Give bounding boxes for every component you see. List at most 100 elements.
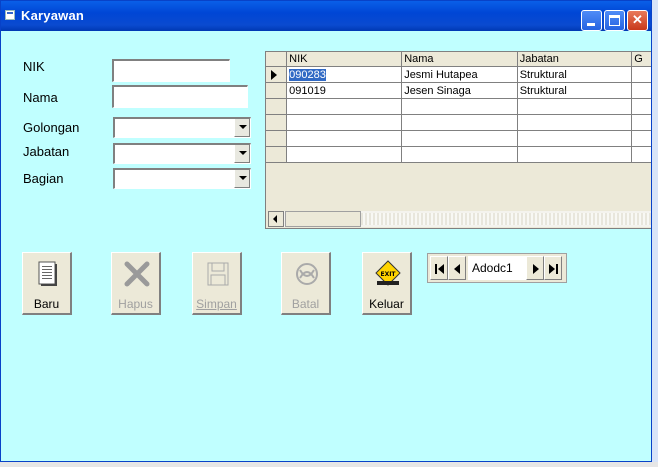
move-last-button[interactable] bbox=[544, 256, 562, 280]
grid-table: NIK Nama Jabatan G 090283 Jesmi Hutapea … bbox=[266, 52, 651, 163]
bagian-combo[interactable] bbox=[113, 168, 251, 189]
grid-cell[interactable] bbox=[517, 98, 633, 115]
maximize-button[interactable] bbox=[604, 10, 625, 31]
table-row[interactable]: 090283 Jesmi Hutapea Struktural bbox=[266, 66, 651, 83]
grid-cell-text: 090283 bbox=[289, 68, 326, 81]
grid-cell[interactable] bbox=[286, 146, 403, 163]
minimize-icon bbox=[587, 23, 595, 26]
simpan-button[interactable]: Simpan bbox=[192, 252, 242, 315]
scroll-left-icon[interactable] bbox=[268, 211, 284, 227]
save-disk-icon bbox=[207, 262, 229, 286]
move-previous-button[interactable] bbox=[448, 256, 466, 280]
grid-cell[interactable] bbox=[517, 146, 633, 163]
current-row-arrow-icon bbox=[271, 69, 277, 80]
title-bar[interactable]: Karyawan ✕ bbox=[1, 1, 651, 31]
maximize-icon bbox=[609, 15, 620, 26]
move-last-icon bbox=[549, 264, 555, 274]
move-last-bar bbox=[556, 264, 558, 274]
move-first-bar bbox=[435, 264, 437, 274]
table-row[interactable] bbox=[266, 98, 651, 115]
close-icon: ✕ bbox=[632, 12, 643, 27]
grid-cell[interactable]: Struktural bbox=[517, 82, 633, 99]
row-selector[interactable] bbox=[266, 98, 288, 115]
simpan-label: Simpan bbox=[193, 297, 240, 311]
nik-input[interactable] bbox=[112, 59, 230, 82]
row-selector-current[interactable] bbox=[266, 66, 288, 83]
table-row[interactable] bbox=[266, 146, 651, 163]
chevron-down-icon[interactable] bbox=[234, 119, 250, 137]
keluar-button[interactable]: EXIT Keluar bbox=[362, 252, 412, 315]
golongan-combo[interactable] bbox=[113, 117, 251, 138]
keluar-label: Keluar bbox=[369, 297, 404, 311]
grid-cell[interactable] bbox=[286, 130, 403, 147]
grid-cell[interactable]: Jesmi Hutapea bbox=[401, 66, 518, 83]
app-icon[interactable] bbox=[5, 10, 15, 20]
golongan-label: Golongan bbox=[23, 120, 80, 135]
move-next-button[interactable] bbox=[526, 256, 544, 280]
row-selector[interactable] bbox=[266, 146, 288, 163]
grid-cell[interactable] bbox=[631, 114, 651, 131]
jabatan-label: Jabatan bbox=[23, 144, 70, 159]
grid-cell[interactable] bbox=[517, 130, 633, 147]
scroll-thumb[interactable] bbox=[285, 211, 361, 227]
chevron-down-icon[interactable] bbox=[234, 170, 250, 188]
scroll-track[interactable] bbox=[361, 213, 651, 225]
grid-header-nama[interactable]: Nama bbox=[401, 52, 518, 67]
grid-cell[interactable] bbox=[401, 114, 518, 131]
table-row[interactable] bbox=[266, 114, 651, 131]
row-selector[interactable] bbox=[266, 114, 288, 131]
grid-cell[interactable] bbox=[631, 130, 651, 147]
grid-cell[interactable] bbox=[631, 98, 651, 115]
batal-button[interactable]: Batal bbox=[281, 252, 331, 315]
row-selector[interactable] bbox=[266, 82, 288, 99]
delete-x-icon bbox=[124, 261, 150, 287]
grid-corner[interactable] bbox=[266, 52, 288, 67]
move-first-button[interactable] bbox=[430, 256, 448, 280]
karyawan-window: Karyawan ✕ NIK Nama Golongan Jabatan Bag… bbox=[0, 0, 652, 462]
simpan-label-text: Simpan bbox=[196, 297, 237, 311]
grid-cell[interactable]: 090283 bbox=[286, 66, 403, 83]
jabatan-combo[interactable] bbox=[113, 143, 251, 164]
grid-header-row: NIK Nama Jabatan G bbox=[266, 52, 651, 67]
close-button[interactable]: ✕ bbox=[627, 10, 648, 31]
grid-cell[interactable] bbox=[631, 66, 651, 83]
move-first-icon bbox=[438, 264, 444, 274]
hapus-button[interactable]: Hapus bbox=[111, 252, 161, 315]
horizontal-scrollbar[interactable] bbox=[268, 211, 651, 227]
batal-label: Batal bbox=[291, 297, 320, 311]
nama-input[interactable] bbox=[112, 85, 248, 108]
hapus-label: Hapus bbox=[118, 297, 153, 311]
nama-label: Nama bbox=[23, 90, 58, 105]
taskbar-edge bbox=[0, 462, 658, 467]
datagrid-karyawan[interactable]: NIK Nama Jabatan G 090283 Jesmi Hutapea … bbox=[265, 51, 651, 229]
baru-button[interactable]: Baru bbox=[22, 252, 72, 315]
grid-header-jabatan[interactable]: Jabatan bbox=[517, 52, 633, 67]
table-row[interactable]: 091019 Jesen Sinaga Struktural bbox=[266, 82, 651, 99]
grid-cell[interactable] bbox=[286, 98, 403, 115]
bagian-label: Bagian bbox=[23, 171, 64, 186]
grid-cell[interactable]: 091019 bbox=[286, 82, 403, 99]
grid-cell[interactable]: Struktural bbox=[517, 66, 633, 83]
grid-cell[interactable] bbox=[401, 130, 518, 147]
grid-cell[interactable] bbox=[517, 114, 633, 131]
cancel-knot-icon bbox=[296, 263, 318, 285]
minimize-button[interactable] bbox=[581, 10, 602, 31]
adodc-navigator: Adodc1 bbox=[427, 253, 567, 283]
new-document-icon bbox=[38, 261, 57, 286]
grid-cell[interactable] bbox=[631, 146, 651, 163]
grid-cell[interactable] bbox=[401, 98, 518, 115]
exit-sign-icon: EXIT bbox=[375, 260, 401, 286]
exit-sign-text: EXIT bbox=[380, 271, 396, 278]
grid-cell[interactable] bbox=[401, 146, 518, 163]
move-next-icon bbox=[533, 264, 539, 274]
desktop-background bbox=[652, 0, 658, 467]
grid-header-nik[interactable]: NIK bbox=[286, 52, 403, 67]
table-row[interactable] bbox=[266, 130, 651, 147]
window-title: Karyawan bbox=[21, 8, 85, 23]
grid-header-golongan[interactable]: G bbox=[631, 52, 651, 67]
chevron-down-icon[interactable] bbox=[234, 145, 250, 163]
row-selector[interactable] bbox=[266, 130, 288, 147]
grid-cell[interactable]: Jesen Sinaga bbox=[401, 82, 518, 99]
grid-cell[interactable] bbox=[631, 82, 651, 99]
grid-cell[interactable] bbox=[286, 114, 403, 131]
